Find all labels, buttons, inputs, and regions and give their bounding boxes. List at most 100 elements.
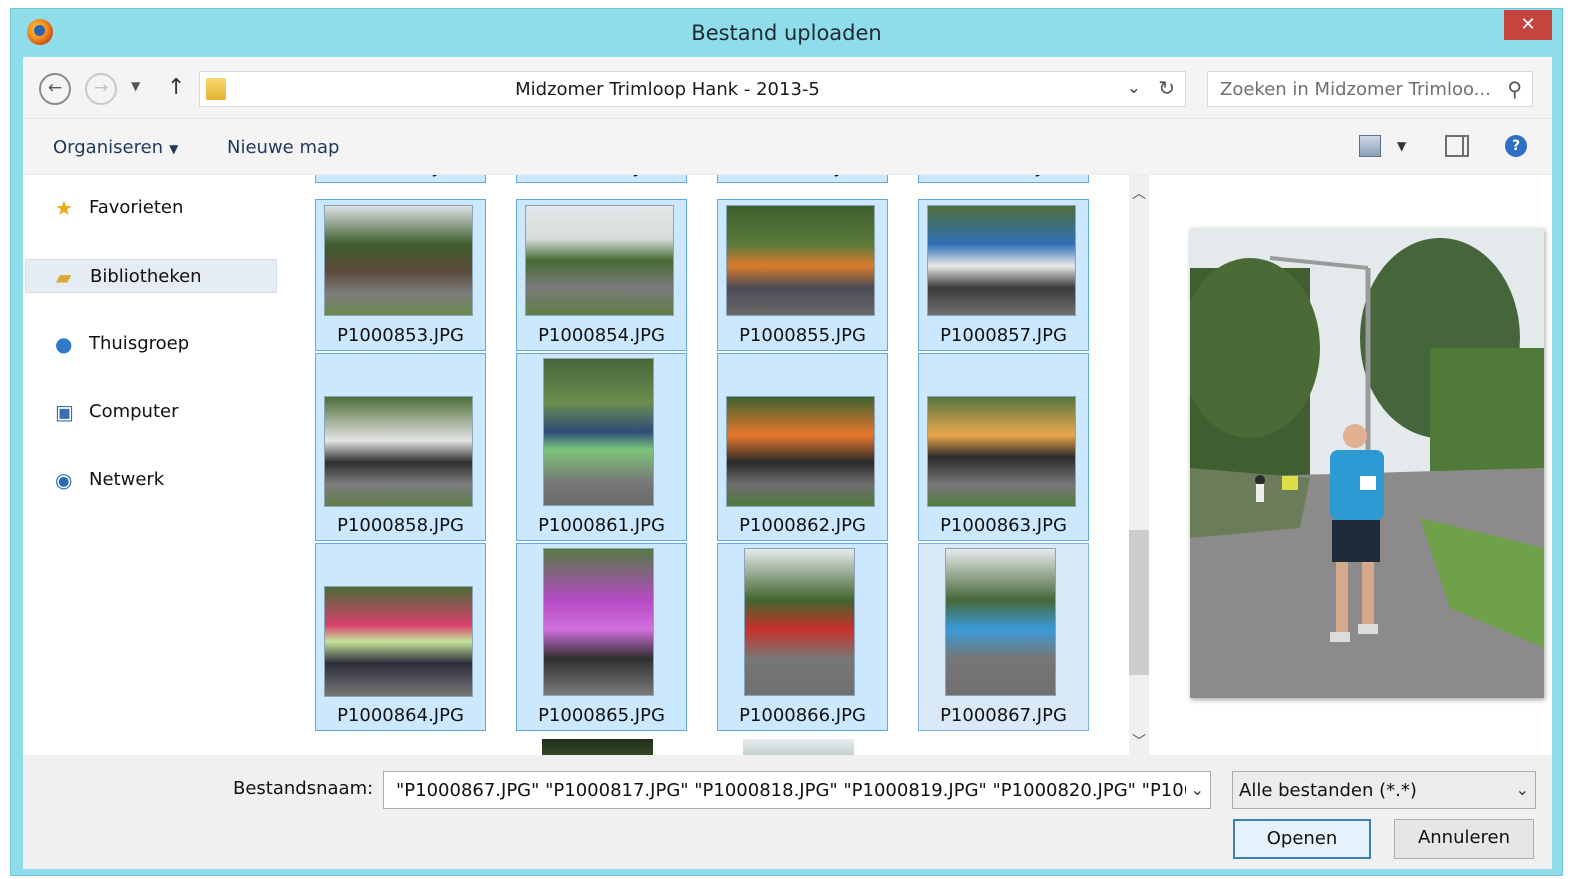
file-item-label[interactable]: P1000851.JPG (717, 175, 888, 183)
vertical-scrollbar[interactable]: ︿ ﹀ (1129, 175, 1149, 755)
file-item[interactable]: P1000855.JPG (717, 199, 888, 351)
sidebar-item-label: Computer (89, 401, 179, 422)
photo-thumbnail (324, 396, 473, 507)
file-item[interactable]: P1000861.JPG (516, 353, 687, 541)
file-name: P1000858.JPG (337, 515, 464, 536)
star-icon: ★ (55, 196, 73, 220)
file-item[interactable]: P1000858.JPG (315, 353, 486, 541)
file-name: P1000857.JPG (940, 325, 1067, 346)
file-item[interactable]: P1000854.JPG (516, 199, 687, 351)
back-button[interactable]: ← (39, 73, 71, 105)
sidebar-item-thuisgroep[interactable]: ● Thuisgroep (25, 327, 277, 361)
view-options-chevron-icon[interactable]: ▼ (1397, 139, 1406, 161)
filename-value[interactable]: "P1000867.JPG" "P1000817.JPG" "P1000818.… (396, 780, 1186, 801)
file-item[interactable]: P1000865.JPG (516, 543, 687, 731)
file-item-label[interactable]: P1000849.JPG (315, 175, 486, 183)
runner-photo (1190, 228, 1544, 698)
file-item[interactable]: P1000863.JPG (918, 353, 1089, 541)
help-icon[interactable]: ? (1505, 135, 1527, 157)
homegroup-icon: ● (55, 332, 73, 356)
file-name: P1000863.JPG (940, 515, 1067, 536)
address-bar[interactable]: Midzomer Trimloop Hank - 2013-5 ⌄ ↻ (199, 71, 1186, 107)
recent-locations-chevron-icon[interactable]: ▼ (131, 79, 140, 93)
photo-thumbnail-partial[interactable] (743, 739, 854, 755)
photo-thumbnail (927, 205, 1076, 316)
cancel-button[interactable]: Annuleren (1394, 819, 1534, 859)
forward-button[interactable]: → (85, 73, 117, 105)
sidebar-item-computer[interactable]: ▣ Computer (25, 395, 277, 429)
photo-thumbnail-partial[interactable] (542, 739, 653, 755)
preview-pane-icon[interactable] (1445, 135, 1469, 157)
search-box[interactable]: Zoeken in Midzomer Trimloo... ⚲ (1207, 71, 1533, 107)
photo-thumbnail (525, 205, 674, 316)
navigation-bar: ← → ▼ ↑ Midzomer Trimloop Hank - 2013-5 … (23, 57, 1552, 119)
scroll-down-icon[interactable]: ﹀ (1132, 731, 1146, 751)
computer-icon: ▣ (55, 400, 74, 424)
scrollbar-thumb[interactable] (1129, 530, 1149, 675)
scroll-up-icon[interactable]: ︿ (1132, 183, 1146, 203)
organize-chevron-icon: ▼ (169, 142, 179, 156)
file-item[interactable]: P1000857.JPG (918, 199, 1089, 351)
sidebar-item-label: Bibliotheken (90, 266, 202, 287)
close-button[interactable]: ✕ (1504, 10, 1552, 40)
search-input[interactable]: Zoeken in Midzomer Trimloo... (1220, 79, 1491, 100)
file-name: P1000862.JPG (739, 515, 866, 536)
search-icon[interactable]: ⚲ (1507, 77, 1522, 101)
file-upload-dialog: Bestand uploaden ✕ ← → ▼ ↑ Midzomer Trim… (10, 8, 1563, 876)
photo-thumbnail (726, 396, 875, 507)
new-folder-button[interactable]: Nieuwe map (227, 137, 339, 158)
photo-thumbnail (543, 548, 654, 696)
dialog-footer: Bestandsnaam: "P1000867.JPG" "P1000817.J… (23, 755, 1552, 869)
file-type-chevron-icon[interactable]: ⌄ (1516, 780, 1529, 799)
photo-thumbnail (726, 205, 875, 316)
title-bar[interactable]: Bestand uploaden ✕ (11, 9, 1562, 57)
file-name: P1000864.JPG (337, 705, 464, 726)
sidebar-item-favorieten[interactable]: ★ Favorieten (25, 191, 277, 225)
photo-thumbnail (744, 548, 855, 696)
command-toolbar: Organiseren ▼ Nieuwe map ▼ ? (23, 119, 1552, 175)
file-name: P1000855.JPG (739, 325, 866, 346)
file-name: P1000861.JPG (538, 515, 665, 536)
filename-dropdown-icon[interactable]: ⌄ (1191, 780, 1204, 799)
file-item[interactable]: P1000864.JPG (315, 543, 486, 731)
file-item[interactable]: P1000862.JPG (717, 353, 888, 541)
photo-thumbnail (543, 358, 654, 506)
file-name: P1000866.JPG (739, 705, 866, 726)
sidebar-item-bibliotheken[interactable]: ▰ Bibliotheken (25, 259, 277, 293)
library-icon: ▰ (56, 265, 72, 289)
organize-label: Organiseren (53, 137, 164, 158)
filename-field[interactable]: "P1000867.JPG" "P1000817.JPG" "P1000818.… (383, 771, 1211, 809)
file-item[interactable]: P1000866.JPG (717, 543, 888, 731)
network-icon: ◉ (55, 468, 73, 492)
file-type-select[interactable]: Alle bestanden (*.*) ⌄ (1232, 771, 1536, 809)
file-item-focused[interactable]: P1000867.JPG (918, 543, 1089, 731)
up-arrow-icon[interactable]: ↑ (167, 75, 185, 100)
filename-label: Bestandsnaam: (233, 778, 374, 799)
sidebar-item-label: Netwerk (89, 469, 165, 490)
file-name: P1000865.JPG (538, 705, 665, 726)
navigation-pane: ★ Favorieten ▰ Bibliotheken ● Thuisgroep… (23, 175, 291, 755)
open-button[interactable]: Openen (1233, 819, 1371, 859)
preview-image (1190, 228, 1544, 698)
file-name: P1000854.JPG (538, 325, 665, 346)
address-dropdown-icon[interactable]: ⌄ (1127, 78, 1141, 98)
photo-thumbnail (324, 205, 473, 316)
preview-pane (1149, 175, 1552, 755)
file-name: P1000867.JPG (940, 705, 1067, 726)
file-item[interactable]: P1000853.JPG (315, 199, 486, 351)
organize-menu-button[interactable]: Organiseren ▼ (53, 137, 178, 158)
file-item-label[interactable]: P1000850.JPG (516, 175, 687, 183)
refresh-icon[interactable]: ↻ (1158, 76, 1175, 100)
dialog-title: Bestand uploaden (691, 21, 882, 45)
change-view-icon[interactable] (1359, 135, 1381, 157)
dialog-client-area: ← → ▼ ↑ Midzomer Trimloop Hank - 2013-5 … (23, 57, 1552, 869)
sidebar-item-label: Thuisgroep (89, 333, 190, 354)
sidebar-item-netwerk[interactable]: ◉ Netwerk (25, 463, 277, 497)
file-list: P1000849.JPG P1000850.JPG P1000851.JPG P… (291, 175, 1129, 755)
address-path: Midzomer Trimloop Hank - 2013-5 (515, 79, 820, 100)
file-item-label[interactable]: P1000852.JPG (918, 175, 1089, 183)
sidebar-item-label: Favorieten (89, 197, 184, 218)
photo-thumbnail (324, 586, 473, 697)
photo-thumbnail (945, 548, 1056, 696)
file-type-value: Alle bestanden (*.*) (1239, 780, 1417, 801)
